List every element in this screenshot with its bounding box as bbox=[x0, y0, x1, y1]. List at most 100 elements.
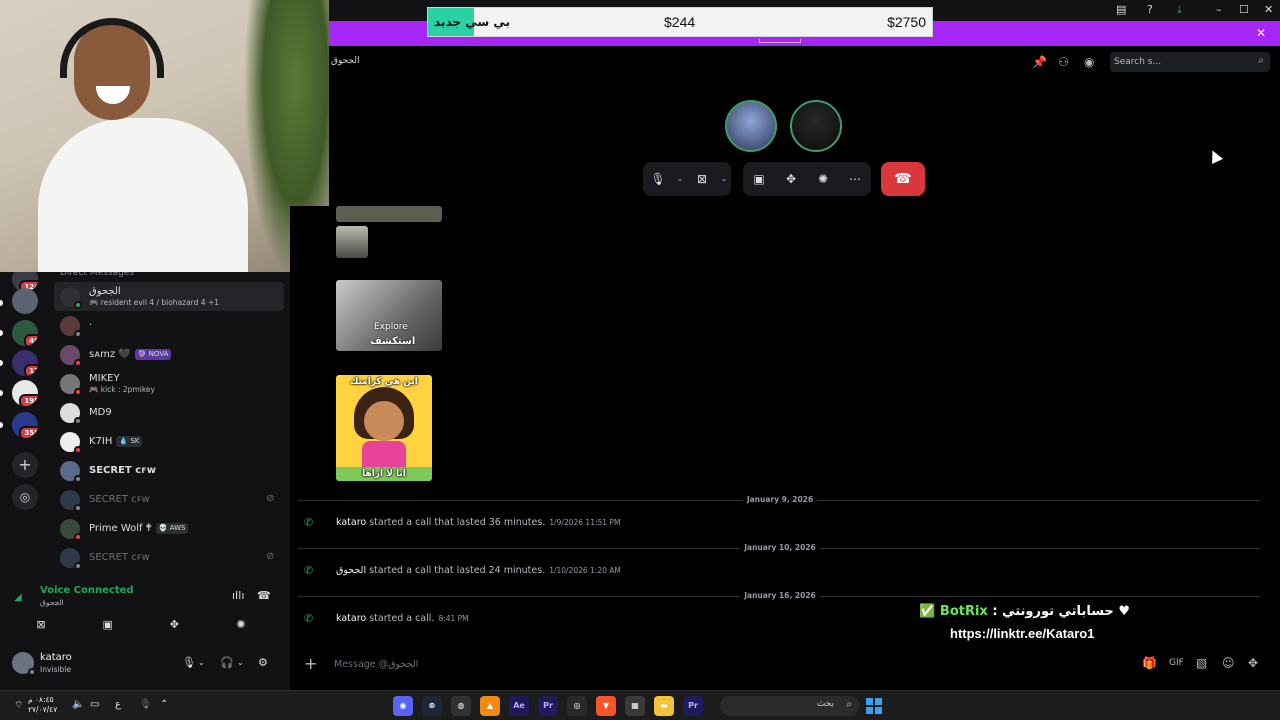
list-item[interactable]: K7IH 💧 SK bbox=[54, 427, 284, 456]
chevron-down-icon[interactable]: ⌄ bbox=[673, 162, 687, 196]
list-item[interactable]: · bbox=[54, 311, 284, 340]
chrome-icon[interactable]: ◎ bbox=[567, 696, 587, 716]
noise-suppression-icon[interactable]: ıIlı bbox=[232, 589, 244, 602]
emoji-icon[interactable]: ☺ bbox=[1222, 656, 1235, 670]
microphone-icon[interactable]: 🎙 bbox=[182, 656, 196, 669]
server-icon[interactable]: 49 bbox=[12, 320, 38, 346]
image-caption: Explore bbox=[374, 322, 408, 332]
volume-icon[interactable]: 🔈 bbox=[72, 699, 84, 710]
sticker-icon[interactable]: ▧ bbox=[1196, 656, 1207, 670]
windows-start-icon[interactable] bbox=[866, 698, 882, 714]
chevron-up-icon[interactable]: ⌃ bbox=[160, 699, 168, 710]
dm-name: sᴀmz 🖤 bbox=[89, 348, 131, 360]
server-icon[interactable]: 358 bbox=[12, 412, 38, 438]
after-effects-icon[interactable]: Ae bbox=[509, 696, 529, 716]
avatar[interactable] bbox=[790, 100, 842, 152]
server-badge: 17 bbox=[24, 364, 38, 376]
maximize-button[interactable]: ☐ bbox=[1239, 3, 1249, 16]
more-icon[interactable]: ⋯ bbox=[839, 162, 871, 196]
microphone-icon[interactable]: 🎙 bbox=[643, 162, 673, 196]
soundboard-icon[interactable]: ✺ bbox=[210, 614, 272, 636]
stream-links-line: ♥ حساباتي تورونتي : BotRix ✅ bbox=[919, 604, 1130, 619]
chevron-down-icon[interactable]: ⌄ bbox=[237, 658, 244, 667]
avatar bbox=[60, 518, 82, 541]
screen-share-icon[interactable]: ▣ bbox=[77, 614, 139, 636]
avatar bbox=[60, 373, 82, 396]
phone-icon: ✆ bbox=[304, 563, 314, 577]
disconnect-icon[interactable]: ☎ bbox=[257, 589, 271, 602]
chevron-down-icon[interactable]: ⌄ bbox=[717, 162, 731, 196]
avatar bbox=[60, 315, 82, 338]
list-item[interactable]: MIKEY 🎮 kick : 2pmikey bbox=[54, 369, 284, 398]
list-item[interactable]: SECRET ᴄꜰᴡ bbox=[54, 456, 284, 485]
stream-links-overlay: ♥ حساباتي تورونتي : BotRix ✅ https://lin… bbox=[919, 604, 1180, 644]
minimize-button[interactable]: – bbox=[1216, 3, 1222, 16]
message-author[interactable]: kataro bbox=[336, 517, 366, 528]
taskbar-search[interactable]: بحث ⌕ bbox=[720, 696, 860, 716]
inbox-icon[interactable]: ▤ bbox=[1116, 3, 1126, 16]
gif-icon[interactable]: GIF bbox=[1169, 658, 1184, 668]
list-item[interactable]: الجحوق 🎮 resident evil 4 / biohazard 4 +1 bbox=[54, 282, 284, 311]
image-attachment[interactable]: Explore استكشف bbox=[336, 280, 442, 351]
close-button[interactable]: ✕ bbox=[1264, 3, 1273, 16]
avatar[interactable] bbox=[725, 100, 777, 152]
dm-list: Direct Messages الجحوق 🎮 resident evil 4 … bbox=[54, 268, 284, 572]
help-icon[interactable]: ? bbox=[1147, 3, 1153, 16]
call-area: 🎙 ⌄ ⊠ ⌄ ▣ ✥ ✺ ⋯ ☎ bbox=[329, 78, 1280, 206]
server-badge: 358 bbox=[19, 426, 38, 438]
brave-icon[interactable]: ▼ bbox=[596, 696, 616, 716]
activities-icon[interactable]: ✥ bbox=[143, 614, 205, 636]
message-author[interactable]: kataro bbox=[336, 613, 366, 624]
microphone-icon[interactable]: 🎙 bbox=[139, 699, 152, 710]
vlc-icon[interactable]: ▲ bbox=[480, 696, 500, 716]
image-attachment[interactable]: اين هي كرامتك انا لا اراها bbox=[336, 375, 432, 481]
search-input[interactable] bbox=[1114, 55, 1244, 69]
wifi-icon[interactable]: ⌔ bbox=[14, 699, 23, 712]
guild-tag: 🔮 NOVA bbox=[134, 349, 172, 360]
premiere-icon[interactable]: Pr bbox=[683, 696, 703, 716]
camera-off-icon[interactable]: ⊠ bbox=[687, 162, 717, 196]
server-icon[interactable]: 17 bbox=[12, 350, 38, 376]
list-item[interactable]: sᴀmz 🖤 🔮 NOVA bbox=[54, 340, 284, 369]
gift-icon[interactable]: 🎁 bbox=[1142, 656, 1157, 670]
avatar[interactable] bbox=[12, 652, 36, 676]
soundboard-icon[interactable]: ✺ bbox=[807, 162, 839, 196]
language-indicator[interactable]: ع bbox=[115, 699, 121, 710]
search-box[interactable]: ⌕ bbox=[1110, 52, 1270, 72]
close-icon[interactable]: ✕ bbox=[1256, 26, 1266, 40]
pin-icon[interactable]: 📌 bbox=[1032, 55, 1047, 69]
chevron-down-icon[interactable]: ⌄ bbox=[198, 658, 205, 667]
list-item[interactable]: SECRET ᴄꜰᴡ ⊘ bbox=[54, 485, 284, 514]
list-item[interactable]: Prime Wolf 🕈 💀 AWS bbox=[54, 514, 284, 543]
add-friends-icon[interactable]: ⚇ bbox=[1058, 55, 1069, 69]
clock[interactable]: ٠٨:٤٥ م ٢٧/٠٧/٤٧ bbox=[28, 695, 57, 715]
list-item[interactable]: MD9 bbox=[54, 398, 284, 427]
hang-up-button[interactable]: ☎ bbox=[881, 162, 925, 196]
camera-off-icon[interactable]: ⊠ bbox=[10, 614, 72, 636]
message-input[interactable] bbox=[334, 656, 1034, 672]
apps-icon[interactable]: ✥ bbox=[1248, 656, 1258, 670]
file-explorer-icon[interactable]: ▬ bbox=[654, 696, 674, 716]
battery-icon[interactable]: ▭ bbox=[90, 699, 99, 710]
message-author[interactable]: الجحوق bbox=[336, 565, 366, 576]
activities-icon[interactable]: ✥ bbox=[775, 162, 807, 196]
add-attachment-icon[interactable]: + bbox=[304, 654, 317, 673]
obs-icon[interactable]: ◍ bbox=[451, 696, 471, 716]
download-icon[interactable]: ⤓ bbox=[1177, 3, 1182, 17]
discover-icon[interactable]: ◎ bbox=[12, 484, 38, 510]
image-attachment[interactable] bbox=[336, 226, 368, 258]
steam-icon[interactable]: ⊛ bbox=[422, 696, 442, 716]
discord-icon[interactable]: ◉ bbox=[393, 696, 413, 716]
image-attachment[interactable] bbox=[336, 206, 442, 222]
premiere-icon[interactable]: Pr bbox=[538, 696, 558, 716]
store-icon[interactable]: ▦ bbox=[625, 696, 645, 716]
gear-icon[interactable]: ⚙ bbox=[258, 656, 268, 669]
headphones-icon[interactable]: 🎧 bbox=[220, 656, 234, 669]
server-icon[interactable] bbox=[12, 288, 38, 314]
user-profile-icon[interactable]: ◉ bbox=[1084, 55, 1094, 69]
screen-share-icon[interactable]: ▣ bbox=[743, 162, 775, 196]
server-icon[interactable]: 195 bbox=[12, 380, 38, 406]
add-server-icon[interactable]: + bbox=[12, 452, 38, 478]
list-item[interactable]: SECRET ᴄꜰᴡ ⊘ bbox=[54, 543, 284, 572]
username: kataro bbox=[40, 652, 72, 663]
